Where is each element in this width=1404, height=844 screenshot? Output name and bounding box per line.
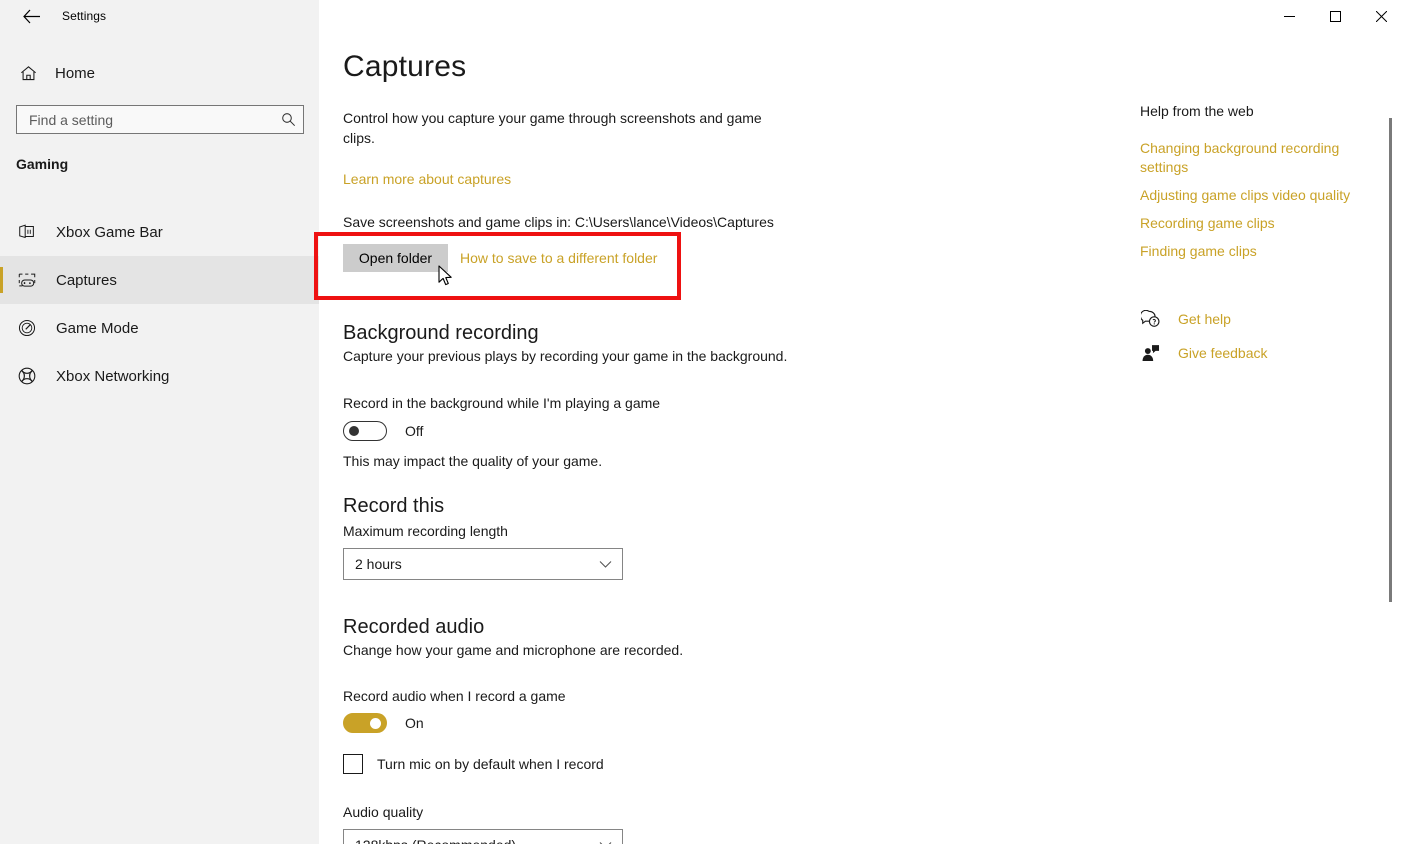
xbox-icon — [16, 365, 38, 387]
search-input[interactable] — [17, 112, 273, 128]
max-recording-length-label: Maximum recording length — [343, 523, 1143, 539]
maximize-button[interactable] — [1312, 0, 1358, 32]
sidebar-item-home[interactable]: Home — [0, 58, 319, 88]
main-content: Captures Control how you capture your ga… — [343, 50, 1143, 844]
chevron-down-icon — [599, 560, 612, 569]
turn-mic-on-row: Turn mic on by default when I record — [343, 754, 1143, 774]
minimize-button[interactable] — [1266, 0, 1312, 32]
sidebar: Home Gaming Xbox — [0, 0, 319, 844]
game-bar-icon — [16, 221, 38, 243]
search-icon — [273, 106, 303, 133]
sidebar-home-label: Home — [55, 65, 95, 82]
help-action-label[interactable]: Give feedback — [1178, 345, 1268, 361]
help-actions-list: Get help Give feedback — [1140, 309, 1375, 363]
turn-mic-on-checkbox[interactable] — [343, 754, 363, 774]
max-recording-length-select[interactable]: 2 hours — [343, 548, 623, 580]
sidebar-item-label: Captures — [56, 272, 117, 289]
settings-window: Settings Home — [0, 0, 1404, 844]
chevron-down-icon — [599, 841, 612, 844]
background-toggle-state: Off — [405, 423, 423, 439]
record-this-heading: Record this — [343, 495, 1143, 518]
recorded-audio-heading: Recorded audio — [343, 616, 1143, 639]
background-recording-section: Background recording Capture your previo… — [343, 322, 1143, 469]
background-recording-subtitle: Capture your previous plays by recording… — [343, 348, 1143, 364]
give-feedback-action[interactable]: Give feedback — [1140, 343, 1375, 363]
record-audio-toggle-state: On — [405, 715, 424, 731]
help-links-list: Changing background recording settings A… — [1140, 139, 1375, 261]
different-folder-link[interactable]: How to save to a different folder — [460, 250, 657, 266]
sidebar-item-label: Xbox Networking — [56, 368, 169, 385]
open-folder-row: Open folder How to save to a different f… — [343, 244, 1143, 272]
max-recording-length-value: 2 hours — [355, 556, 402, 572]
recorded-audio-section: Recorded audio Change how your game and … — [343, 616, 1143, 844]
sidebar-item-label: Game Mode — [56, 320, 139, 337]
page-description: Control how you capture your game throug… — [343, 108, 773, 148]
help-link[interactable]: Finding game clips — [1140, 242, 1375, 261]
background-recording-note: This may impact the quality of your game… — [343, 453, 1143, 469]
record-audio-toggle-row: On — [343, 713, 1143, 733]
sidebar-item-captures[interactable]: Captures — [0, 256, 319, 304]
audio-quality-select[interactable]: 128kbps (Recommended) — [343, 829, 623, 844]
background-recording-heading: Background recording — [343, 322, 1143, 345]
help-action-label[interactable]: Get help — [1178, 311, 1231, 327]
background-toggle-label: Record in the background while I'm playi… — [343, 395, 1143, 411]
sidebar-item-game-mode[interactable]: Game Mode — [0, 304, 319, 352]
toggle-knob — [349, 426, 359, 436]
turn-mic-on-label: Turn mic on by default when I record — [377, 756, 604, 772]
search-box[interactable] — [16, 105, 304, 134]
window-title: Settings — [62, 0, 106, 32]
title-bar: Settings — [0, 0, 1404, 32]
recorded-audio-subtitle: Change how your game and microphone are … — [343, 642, 1143, 658]
record-audio-toggle[interactable] — [343, 713, 387, 733]
vertical-scrollbar[interactable] — [1384, 36, 1396, 836]
help-link[interactable]: Adjusting game clips video quality — [1140, 186, 1375, 205]
back-button[interactable] — [8, 0, 54, 32]
sidebar-item-label: Xbox Game Bar — [56, 224, 163, 241]
game-mode-icon — [16, 317, 38, 339]
record-audio-toggle-label: Record audio when I record a game — [343, 688, 1143, 704]
sidebar-nav-list: Xbox Game Bar Captures — [0, 208, 319, 400]
help-panel-title: Help from the web — [1140, 103, 1375, 119]
learn-more-link[interactable]: Learn more about captures — [343, 171, 511, 187]
help-panel: Help from the web Changing background re… — [1140, 103, 1375, 363]
background-recording-toggle[interactable] — [343, 421, 387, 441]
get-help-action[interactable]: Get help — [1140, 309, 1375, 329]
home-icon — [18, 63, 38, 83]
sidebar-item-xbox-networking[interactable]: Xbox Networking — [0, 352, 319, 400]
give-feedback-icon — [1140, 343, 1160, 363]
help-link[interactable]: Recording game clips — [1140, 214, 1375, 233]
captures-icon — [16, 269, 38, 291]
sidebar-item-xbox-game-bar[interactable]: Xbox Game Bar — [0, 208, 319, 256]
scrollbar-thumb[interactable] — [1389, 118, 1392, 602]
help-link[interactable]: Changing background recording settings — [1140, 139, 1375, 177]
save-location-text: Save screenshots and game clips in: C:\U… — [343, 214, 1143, 230]
get-help-icon — [1140, 309, 1160, 329]
record-this-section: Record this Maximum recording length 2 h… — [343, 495, 1143, 580]
background-toggle-row: Off — [343, 421, 1143, 441]
sidebar-group-title: Gaming — [16, 156, 68, 172]
audio-quality-label: Audio quality — [343, 804, 1143, 820]
audio-quality-value: 128kbps (Recommended) — [355, 837, 516, 844]
open-folder-button[interactable]: Open folder — [343, 244, 448, 272]
page-title: Captures — [343, 50, 1143, 84]
close-button[interactable] — [1358, 0, 1404, 32]
window-controls — [1266, 0, 1404, 32]
toggle-knob — [370, 718, 381, 729]
